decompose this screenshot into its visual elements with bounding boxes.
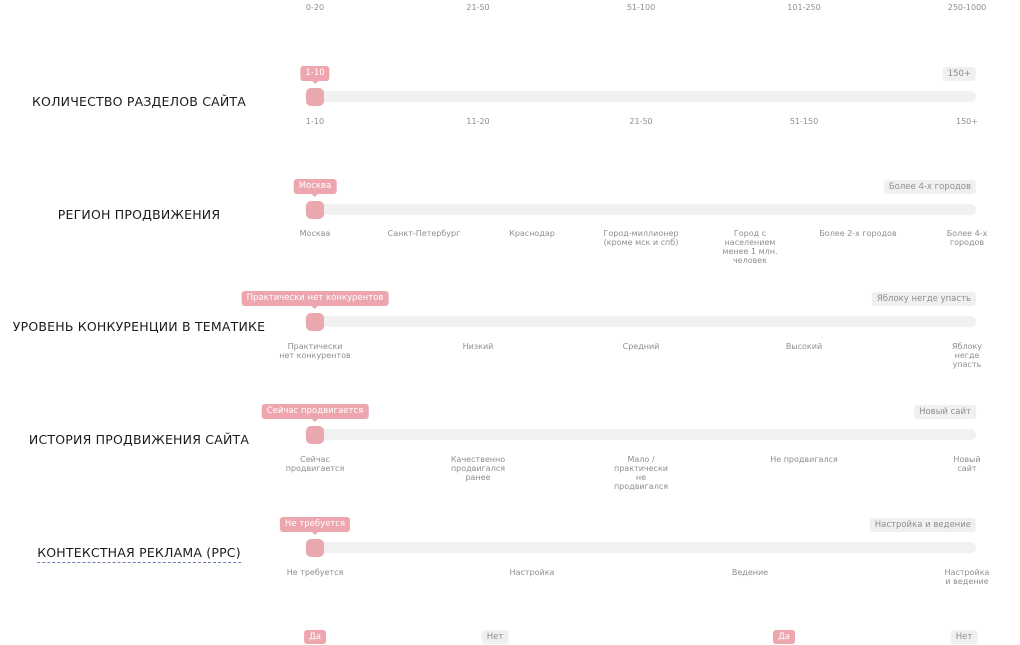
slider-tick[interactable]: Яблоку негде упасть: [950, 342, 984, 369]
current-value-badge: Сейчас продвигается: [261, 404, 369, 422]
max-value-chip: Настройка и ведение: [869, 518, 976, 532]
top-scale-tick: 0-20: [305, 3, 325, 12]
slider-tick[interactable]: Сейчас продвигается: [285, 455, 345, 473]
slider-tick[interactable]: Высокий: [765, 342, 843, 351]
slider-tick[interactable]: Санкт-Петербург: [385, 229, 463, 238]
row-label: РЕГИОН ПРОДВИЖЕНИЯ: [57, 207, 221, 222]
slider-tick[interactable]: 1-10: [276, 117, 354, 126]
slider-handle[interactable]: [306, 426, 324, 444]
slider-tick[interactable]: Москва: [276, 229, 354, 238]
slider-tick[interactable]: Более 2-х городов: [819, 229, 897, 238]
slider-tick[interactable]: Краснодар: [493, 229, 571, 238]
slider-track[interactable]: [305, 316, 976, 327]
slider-track[interactable]: [305, 91, 976, 102]
current-value-badge: Практически нет конкурентов: [241, 291, 389, 309]
slider-tick[interactable]: Качественно продвигался ранее: [447, 455, 509, 482]
max-value-chip: Яблоку негде упасть: [871, 292, 976, 306]
row-label: КОЛИЧЕСТВО РАЗДЕЛОВ САЙТА: [31, 94, 247, 109]
slider-tick[interactable]: Средний: [602, 342, 680, 351]
slider-handle[interactable]: [306, 539, 324, 557]
slider-track[interactable]: [305, 542, 976, 553]
current-value-badge: 1-10: [300, 66, 330, 84]
slider-track[interactable]: [305, 429, 976, 440]
row-label: ИСТОРИЯ ПРОДВИЖЕНИЯ САЙТА: [28, 432, 250, 447]
slider-tick[interactable]: Мало / практически не продвигался: [608, 455, 674, 491]
max-value-chip: Более 4-х городов: [883, 180, 976, 194]
slider-tick[interactable]: 21-50: [602, 117, 680, 126]
slider-tick[interactable]: Практически нет конкурентов: [279, 342, 351, 360]
slider-tick[interactable]: Более 4-х городов: [943, 229, 991, 247]
current-value-badge: Не требуется: [279, 517, 351, 535]
toggle-yes[interactable]: Да: [304, 630, 326, 644]
slider-tick[interactable]: 11-20: [439, 117, 517, 126]
top-scale-tick: 101-250: [787, 3, 821, 12]
toggle-no[interactable]: Нет: [481, 630, 509, 644]
slider-tick[interactable]: Настройка: [493, 568, 571, 577]
slider-tick[interactable]: Город-миллионер (кроме мск и спб): [600, 229, 682, 247]
top-scale-tick: 51-100: [626, 3, 656, 12]
slider-track[interactable]: [305, 204, 976, 215]
slider-tick[interactable]: Ведение: [711, 568, 789, 577]
toggle-no[interactable]: Нет: [950, 630, 978, 644]
slider-tick[interactable]: 150+: [928, 117, 1006, 126]
toggle-yes[interactable]: Да: [773, 630, 795, 644]
slider-handle[interactable]: [306, 88, 324, 106]
ppc-info-link[interactable]: КОНТЕКСТНАЯ РЕКЛАМА (PPC): [37, 546, 241, 563]
slider-tick[interactable]: Новый сайт: [952, 455, 982, 473]
slider-tick[interactable]: Не требуется: [276, 568, 354, 577]
max-value-chip: 150+: [942, 67, 976, 81]
slider-handle[interactable]: [306, 313, 324, 331]
slider-tick[interactable]: Город с населением менее 1 млн. человек: [720, 229, 780, 265]
slider-tick[interactable]: Не продвигался: [765, 455, 843, 464]
slider-handle[interactable]: [306, 201, 324, 219]
slider-tick[interactable]: Настройка и ведение: [943, 568, 991, 586]
max-value-chip: Новый сайт: [914, 405, 976, 419]
slider-tick[interactable]: Низкий: [439, 342, 517, 351]
row-label: УРОВЕНЬ КОНКУРЕНЦИИ В ТЕМАТИКЕ: [12, 319, 266, 334]
top-scale-tick: 21-50: [466, 3, 490, 12]
slider-tick[interactable]: 51-150: [765, 117, 843, 126]
current-value-badge: Москва: [293, 179, 337, 197]
top-scale-tick: 250-1000: [947, 3, 987, 12]
